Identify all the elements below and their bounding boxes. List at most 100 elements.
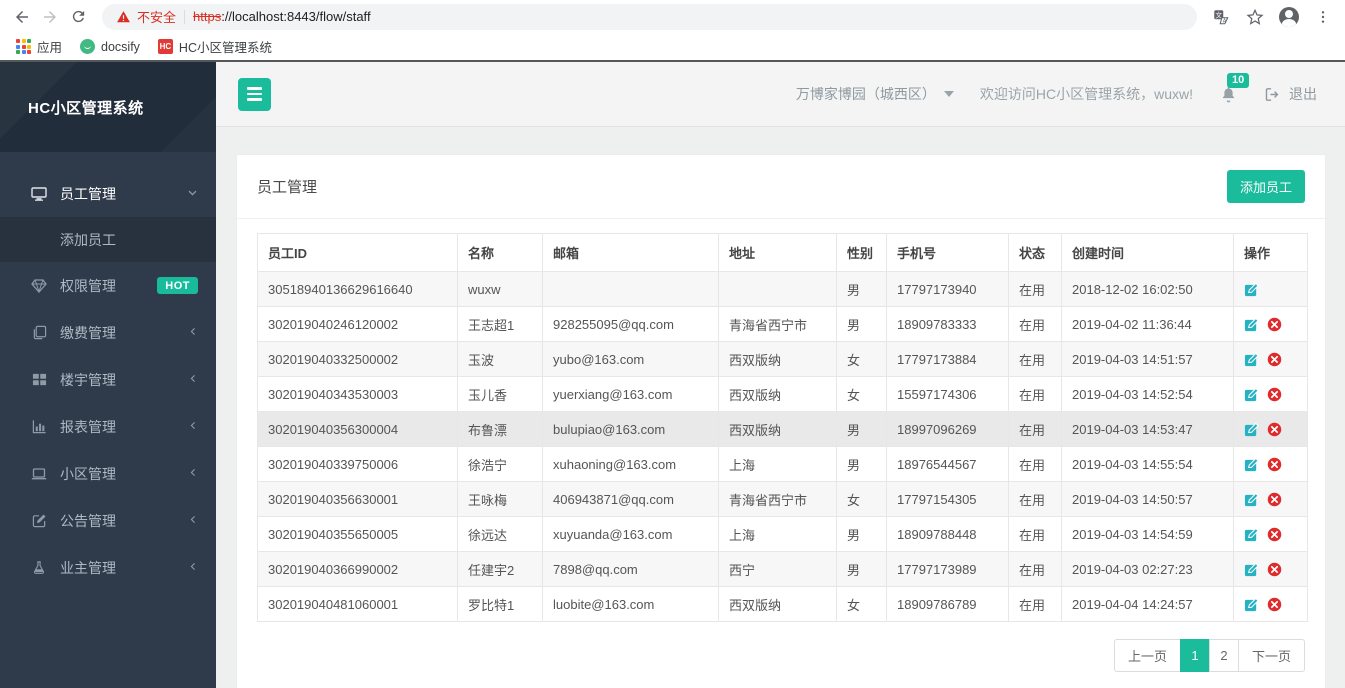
bookmark-star-icon[interactable]	[1241, 3, 1269, 31]
cell-gender: 男	[836, 551, 887, 587]
browser-chrome: 不安全 https://localhost:8443/flow/staff 文A	[0, 0, 1345, 60]
table-row: 302019040481060001 罗比特1 luobite@163.com 西双版…	[257, 586, 1308, 622]
cell-phone: 18997096269	[886, 411, 1009, 447]
hc-favicon: HC	[157, 39, 173, 54]
bookmark-apps[interactable]: 应用	[10, 35, 68, 58]
staff-table: 员工ID 名称 邮箱 地址 性别 手机号 状态 创建时间 操作 3051894013662961…	[257, 233, 1308, 622]
prev-page-button[interactable]: 上一页	[1113, 639, 1181, 672]
delete-row-button[interactable]	[1267, 352, 1282, 367]
cell-address: 西双版纳	[718, 376, 837, 412]
cell-address: 西双版纳	[718, 341, 837, 377]
cell-email: bulupiao@163.com	[542, 411, 719, 447]
cell-created: 2019-04-02 11:36:44	[1061, 306, 1234, 342]
sidebar-item-owners[interactable]: 业主管理	[0, 544, 216, 591]
cell-phone: 18976544567	[886, 446, 1009, 482]
delete-row-button[interactable]	[1267, 527, 1282, 542]
cell-address: 西双版纳	[718, 411, 837, 447]
edit-row-button[interactable]	[1244, 492, 1259, 507]
sidebar: HC小区管理系统 员工管理 添加员工 权限管理 HOT 缴费管理 楼宇管理 报表…	[0, 62, 216, 688]
edit-row-button[interactable]	[1244, 317, 1259, 332]
edit-row-button[interactable]	[1244, 527, 1259, 542]
edit-row-button[interactable]	[1244, 457, 1259, 472]
submenu-item-label: 添加员工	[60, 231, 116, 248]
menu-kebab-icon[interactable]	[1309, 3, 1337, 31]
delete-row-button[interactable]	[1267, 387, 1282, 402]
cell-operations	[1233, 306, 1308, 342]
docsify-favicon	[80, 39, 96, 54]
sidebar-item-label: 报表管理	[60, 418, 116, 435]
edit-row-button[interactable]	[1244, 387, 1259, 402]
cell-status: 在用	[1008, 271, 1062, 307]
logout-button[interactable]: 退出	[1264, 84, 1317, 104]
cell-gender: 女	[836, 481, 887, 517]
delete-row-button[interactable]	[1267, 317, 1282, 332]
cell-email: xuhaoning@163.com	[542, 446, 719, 482]
edit-row-button[interactable]	[1244, 597, 1259, 612]
delete-row-button[interactable]	[1267, 562, 1282, 577]
cell-address: 上海	[718, 446, 837, 482]
sidebar-item-community[interactable]: 小区管理	[0, 450, 216, 497]
cell-phone: 17797173989	[886, 551, 1009, 587]
cell-gender: 女	[836, 376, 887, 412]
url-scheme: https	[193, 9, 222, 24]
translate-icon[interactable]: 文A	[1207, 3, 1235, 31]
delete-row-button[interactable]	[1267, 422, 1282, 437]
browser-refresh-button[interactable]	[64, 3, 92, 31]
sidebar-item-reports[interactable]: 报表管理	[0, 403, 216, 450]
chevron-down-icon	[187, 187, 198, 201]
cell-operations	[1233, 271, 1308, 307]
copy-icon	[30, 325, 48, 340]
page-button-1[interactable]: 1	[1179, 639, 1210, 672]
staff-submenu: 添加员工	[0, 217, 216, 262]
cell-phone: 18909786789	[886, 586, 1009, 622]
bookmark-docsify[interactable]: docsify	[74, 37, 146, 56]
table-row: 302019040366990002 任建宇2 7898@qq.com 西宁男 1779…	[257, 551, 1308, 587]
bookmark-hc-system[interactable]: HC HC小区管理系统	[152, 35, 278, 58]
cell-id: 302019040343530003	[257, 376, 458, 412]
next-page-button[interactable]: 下一页	[1237, 639, 1305, 672]
sidebar-toggle-button[interactable]	[238, 77, 271, 111]
content-area: 员工管理 添加员工 员工ID 名称 邮箱 地址 性别 手机号 状态 创建时间 操作 305189…	[216, 127, 1345, 688]
sidebar-item-staff[interactable]: 员工管理	[0, 170, 216, 217]
delete-row-button[interactable]	[1267, 457, 1282, 472]
sidebar-item-buildings[interactable]: 楼宇管理	[0, 356, 216, 403]
table-row: 302019040332500002 玉波 yubo@163.com 西双版纳女 177…	[257, 341, 1308, 377]
table-row: 302019040339750006 徐浩宁 xuhaoning@163.com 上海…	[257, 446, 1308, 482]
delete-row-button[interactable]	[1267, 492, 1282, 507]
sidebar-item-announcements[interactable]: 公告管理	[0, 497, 216, 544]
cell-created: 2019-04-03 14:54:59	[1061, 516, 1234, 552]
cell-address: 青海省西宁市	[718, 306, 837, 342]
cell-created: 2019-04-03 14:55:54	[1061, 446, 1234, 482]
grid-icon	[30, 372, 48, 387]
delete-row-button[interactable]	[1267, 597, 1282, 612]
address-bar[interactable]: 不安全 https://localhost:8443/flow/staff	[102, 3, 1197, 30]
edit-row-button[interactable]	[1244, 282, 1259, 297]
column-header-3: 地址	[718, 233, 837, 272]
profile-avatar-icon[interactable]	[1275, 3, 1303, 31]
sidebar-item-payments[interactable]: 缴费管理	[0, 309, 216, 356]
edit-row-button[interactable]	[1244, 422, 1259, 437]
cell-phone: 17797173884	[886, 341, 1009, 377]
cell-address: 西双版纳	[718, 586, 837, 622]
browser-back-button[interactable]	[8, 3, 36, 31]
cell-id: 30518940136629616640	[257, 271, 458, 307]
column-header-8: 操作	[1233, 233, 1308, 272]
cell-gender: 女	[836, 586, 887, 622]
add-staff-button[interactable]: 添加员工	[1226, 170, 1305, 203]
notification-count-badge: 10	[1227, 72, 1250, 88]
cell-id: 302019040246120002	[257, 306, 458, 342]
browser-forward-button[interactable]	[36, 3, 64, 31]
chevron-left-icon	[188, 561, 198, 575]
edit-row-button[interactable]	[1244, 562, 1259, 577]
chevron-left-icon	[188, 373, 198, 387]
staff-card: 员工管理 添加员工 员工ID 名称 邮箱 地址 性别 手机号 状态 创建时间 操作 305189…	[236, 154, 1326, 688]
sidebar-item-permissions[interactable]: 权限管理 HOT	[0, 262, 216, 309]
page-button-2[interactable]: 2	[1208, 639, 1239, 672]
cell-operations	[1233, 551, 1308, 587]
notifications-button[interactable]: 10	[1219, 72, 1250, 104]
community-selector[interactable]: 万博家博园（城西区）	[796, 84, 954, 104]
edit-row-button[interactable]	[1244, 352, 1259, 367]
chevron-left-icon	[188, 514, 198, 528]
table-row: 302019040356630001 王咏梅 406943871@qq.com 青海省…	[257, 481, 1308, 517]
sidebar-item-add-staff[interactable]: 添加员工	[0, 217, 216, 262]
